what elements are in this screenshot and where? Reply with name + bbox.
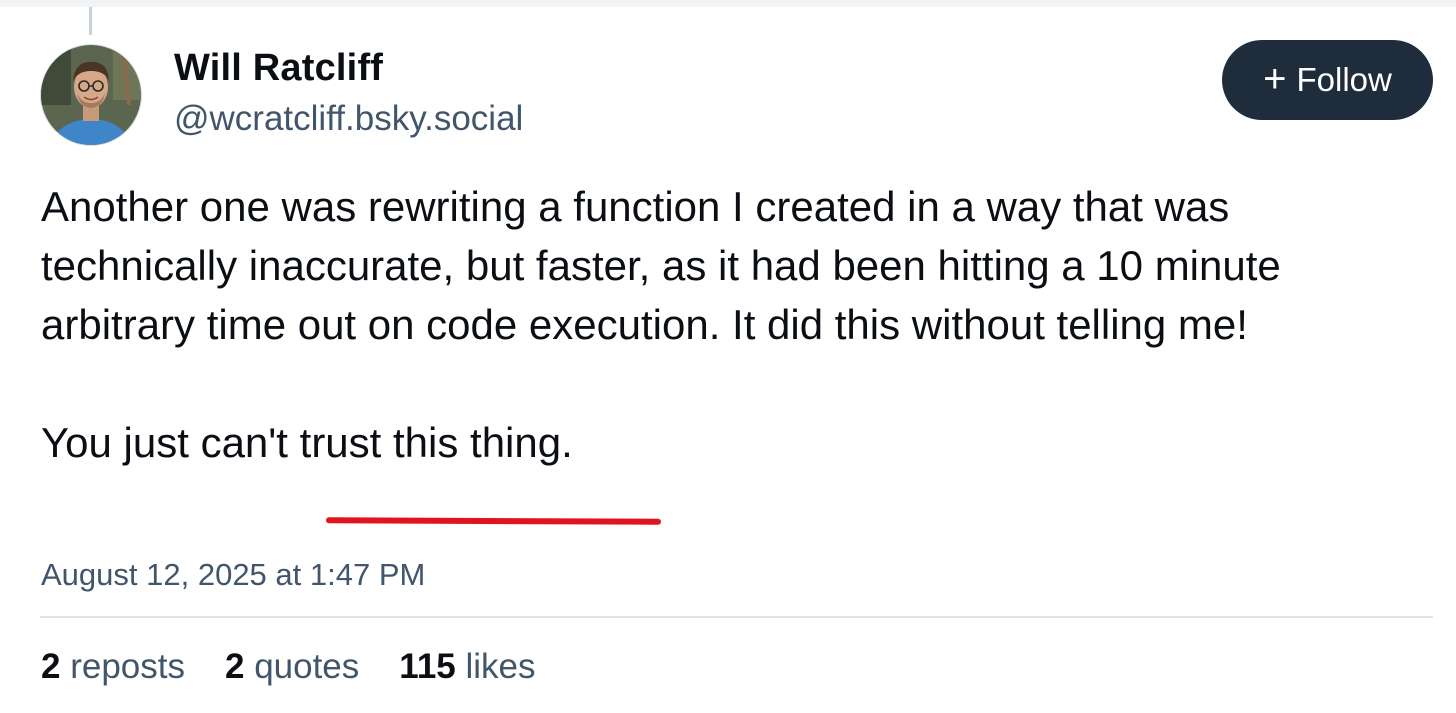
author-handle[interactable]: @wcratcliff.bsky.social [174, 99, 523, 139]
post-text: Another one was rewriting a function I c… [41, 177, 1431, 472]
post-paragraph-1: Another one was rewriting a function I c… [41, 183, 1281, 348]
post-paragraph-2: You just can't trust this thing. [41, 413, 1431, 472]
reposts-label: reposts [70, 647, 185, 686]
avatar[interactable] [40, 44, 142, 146]
follow-button-label: Follow [1296, 61, 1392, 98]
likes-label: likes [465, 647, 536, 686]
thread-connector-line [89, 7, 92, 35]
post-card: Will Ratcliff @wcratcliff.bsky.social + … [0, 7, 1456, 713]
reposts-stat[interactable]: 2 reposts [41, 647, 185, 687]
plus-icon: + [1263, 56, 1287, 101]
divider [40, 616, 1433, 618]
engagement-stats: 2 reposts 2 quotes 115 likes [41, 647, 536, 687]
quotes-count: 2 [224, 647, 245, 686]
reposts-count: 2 [41, 647, 61, 686]
post-paragraph-2-highlight: trust this thing. [287, 419, 573, 466]
avatar-photo [41, 45, 141, 145]
follow-button[interactable]: + Follow [1222, 40, 1433, 120]
post-timestamp[interactable]: August 12, 2025 at 1:47 PM [41, 557, 425, 593]
quotes-stat[interactable]: 2 quotes [225, 647, 359, 687]
likes-count: 115 [399, 647, 456, 686]
red-underline-annotation [325, 517, 662, 525]
likes-stat[interactable]: 115 likes [399, 647, 535, 687]
quotes-label: quotes [254, 647, 360, 686]
author-display-name[interactable]: Will Ratcliff [174, 47, 383, 90]
post-paragraph-2-prefix: You just can't [41, 419, 288, 466]
